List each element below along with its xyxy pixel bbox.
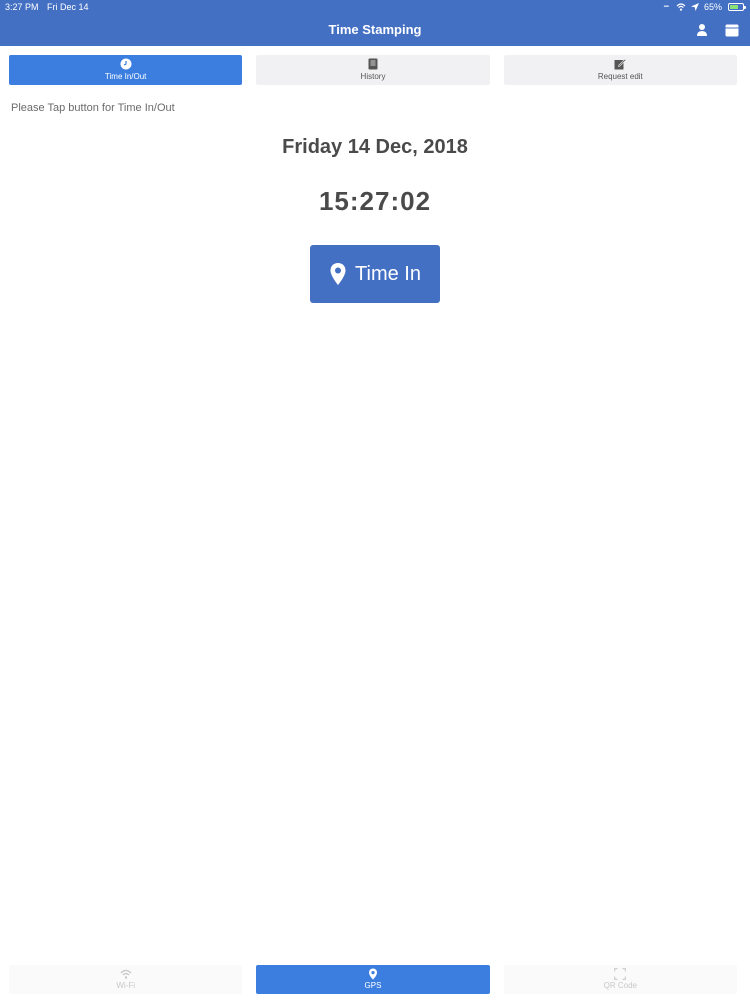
qr-scan-icon [614,968,627,980]
app-header: 3:27 PM Fri Dec 14 ▪▪▪▪ 65% Time Stampin… [0,0,750,46]
battery-percent: 65% [703,2,722,12]
tab-qr-code[interactable]: QR Code [503,965,737,994]
status-time: 3:27 PM [5,2,39,12]
top-tab-bar: Time In/Out History Request edit [9,55,737,85]
clock-icon [120,58,132,70]
tab-label: History [360,72,386,81]
time-in-button-label: Time In [355,262,421,285]
edit-icon [614,58,627,70]
wifi-icon [120,969,132,979]
tab-request-edit[interactable]: Request edit [503,55,737,85]
wifi-status-icon [676,3,686,11]
calendar-icon[interactable] [724,22,740,38]
book-icon [368,58,378,70]
tab-time-in-out[interactable]: Time In/Out [9,55,243,85]
status-bar: 3:27 PM Fri Dec 14 ▪▪▪▪ 65% [0,0,750,14]
nav-title: Time Stamping [328,22,422,37]
status-date: Fri Dec 14 [47,2,89,12]
current-date: Friday 14 Dec, 2018 [282,136,468,158]
tab-wifi[interactable]: Wi-Fi [9,965,243,994]
tab-label: QR Code [603,981,637,990]
location-arrow-icon [690,3,699,11]
time-in-button[interactable]: Time In [310,245,440,303]
tab-gps[interactable]: GPS [256,965,490,994]
person-icon[interactable] [694,22,710,38]
bottom-tab-bar: Wi-Fi GPS QR Code [9,965,737,994]
current-time: 15:27:02 [318,186,432,216]
instruction-text: Please Tap button for Time In/Out [11,102,175,114]
tab-label: GPS [364,981,382,990]
tab-label: Request edit [597,72,643,81]
tab-label: Wi-Fi [116,981,135,990]
battery-icon [728,3,746,11]
signal-icon: ▪▪▪▪ [663,4,668,10]
map-pin-icon [330,263,346,285]
tab-history[interactable]: History [256,55,490,85]
map-pin-icon [368,968,377,980]
tab-label: Time In/Out [104,72,147,81]
